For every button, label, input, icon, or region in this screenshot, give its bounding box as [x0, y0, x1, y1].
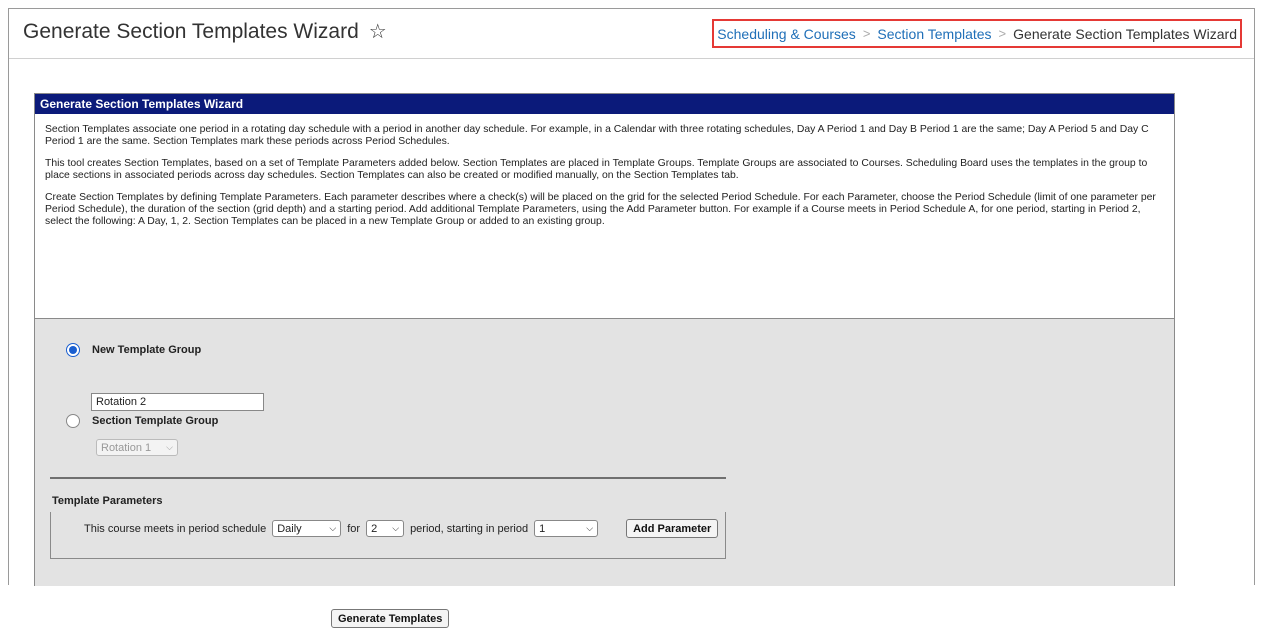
wizard-title: Generate Section Templates Wizard [35, 94, 1174, 114]
template-parameters-box: This course meets in period schedule Dai… [50, 512, 726, 559]
page-title: Generate Section Templates Wizard ☆ [23, 20, 387, 44]
start-period-value: 1 [539, 522, 546, 535]
page-title-text: Generate Section Templates Wizard [23, 20, 359, 43]
section-template-group-select[interactable]: Rotation 1 ⌵ [96, 439, 178, 456]
new-template-group-option[interactable]: New Template Group [66, 343, 201, 357]
period-schedule-select[interactable]: Daily ⌵ [272, 520, 342, 537]
divider [50, 477, 726, 479]
duration-select[interactable]: 2 ⌵ [366, 520, 405, 537]
description-paragraph: Section Templates associate one period i… [45, 124, 1149, 147]
chevron-down-icon: ⌵ [329, 523, 337, 533]
for-label: for [347, 522, 361, 535]
wizard-options: New Template Group Section Template Grou… [35, 319, 1174, 628]
parameter-prefix-text: This course meets in period schedule [84, 522, 267, 535]
starting-period-label: period, starting in period [410, 522, 529, 535]
add-parameter-button[interactable]: Add Parameter [626, 519, 719, 538]
new-template-group-radio[interactable] [66, 343, 80, 357]
chevron-right-icon: > [998, 26, 1007, 41]
breadcrumb-current: Generate Section Templates Wizard [1013, 25, 1237, 42]
chevron-down-icon: ⌵ [586, 523, 594, 533]
star-icon[interactable]: ☆ [369, 22, 387, 42]
breadcrumb-section-templates[interactable]: Section Templates [877, 26, 991, 42]
breadcrumb-scheduling-courses[interactable]: Scheduling & Courses [717, 26, 856, 42]
chevron-down-icon: ⌵ [392, 523, 400, 533]
section-template-group-option[interactable]: Section Template Group [66, 414, 218, 428]
start-period-select[interactable]: 1 ⌵ [534, 520, 599, 537]
description-paragraph: Create Section Templates by defining Tem… [45, 192, 1156, 227]
section-template-group-value: Rotation 1 [101, 441, 152, 454]
wizard-description: Section Templates associate one period i… [35, 114, 1174, 319]
duration-value: 2 [371, 522, 378, 535]
wizard-panel: Generate Section Templates Wizard Sectio… [34, 93, 1175, 628]
period-schedule-value: Daily [277, 522, 302, 535]
description-paragraph: This tool creates Section Templates, bas… [45, 158, 1148, 181]
generate-templates-button[interactable]: Generate Templates [331, 609, 450, 628]
new-template-group-label: New Template Group [92, 344, 202, 356]
section-template-group-label: Section Template Group [92, 415, 219, 427]
app-frame: Generate Section Templates Wizard ☆ Sche… [8, 8, 1255, 628]
breadcrumb: Scheduling & Courses > Section Templates… [712, 19, 1242, 48]
chevron-down-icon: ⌵ [166, 442, 173, 452]
template-parameters-title: Template Parameters [52, 495, 163, 507]
chevron-right-icon: > [862, 26, 871, 41]
section-template-group-radio[interactable] [66, 414, 80, 428]
new-template-group-name-input[interactable] [91, 393, 264, 411]
page-header: Generate Section Templates Wizard ☆ Sche… [9, 9, 1254, 59]
template-parameter-row: This course meets in period schedule Dai… [84, 519, 719, 538]
